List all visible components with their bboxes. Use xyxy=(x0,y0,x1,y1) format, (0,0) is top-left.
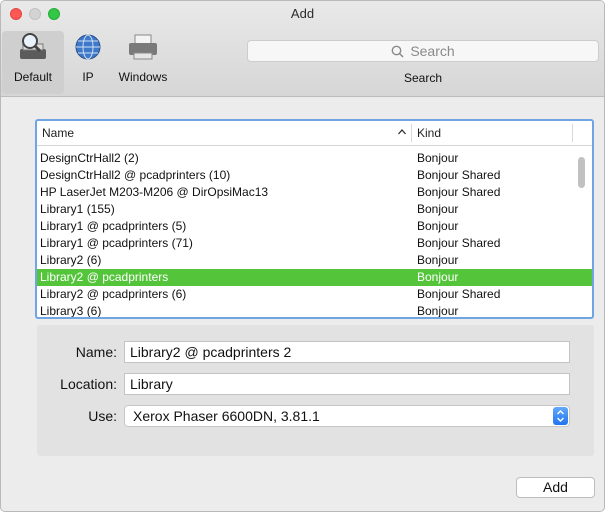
row-kind: Bonjour xyxy=(417,219,459,233)
table-row-selected[interactable]: Library2 @ pcadprinters Bonjour xyxy=(37,269,592,286)
window-title: Add xyxy=(290,6,315,21)
row-name: Library1 (155) xyxy=(40,202,115,216)
search-icon xyxy=(391,45,404,58)
chevron-up-down-icon xyxy=(553,407,568,425)
windows-printer-icon xyxy=(113,31,173,64)
add-button[interactable]: Add xyxy=(516,477,595,498)
row-name: DesignCtrHall2 @ pcadprinters (10) xyxy=(40,168,231,182)
column-divider xyxy=(572,124,573,142)
column-header-name[interactable]: Name xyxy=(42,126,74,140)
row-name: Library2 @ pcadprinters xyxy=(40,270,169,284)
globe-icon xyxy=(65,31,111,64)
row-kind: Bonjour xyxy=(417,304,459,318)
table-row[interactable]: HP LaserJet M203-M206 @ DirOpsiMac13 Bonj… xyxy=(37,184,592,201)
search-label: Search xyxy=(403,71,443,85)
row-name: HP LaserJet M203-M206 @ DirOpsiMac13 xyxy=(40,185,269,199)
column-header-kind[interactable]: Kind xyxy=(417,126,441,140)
table-row[interactable]: Library3 (6) Bonjour xyxy=(37,303,592,318)
table-row[interactable]: Library2 (6) Bonjour xyxy=(37,252,592,269)
row-kind: Bonjour Shared xyxy=(417,236,501,250)
sort-ascending-icon[interactable] xyxy=(397,125,407,142)
printer-details-form: Name: Library2 @ pcadprinters 2 Location… xyxy=(37,325,594,456)
row-name: Library2 @ pcadprinters (6) xyxy=(40,287,187,301)
row-kind: Bonjour Shared xyxy=(417,168,501,182)
search-placeholder: Search xyxy=(410,43,455,59)
toolbar: Add Default IP Windows Search Search xyxy=(1,1,604,97)
row-kind: Bonjour Shared xyxy=(417,185,501,199)
table-row[interactable]: DesignCtrHall2 @ pcadprinters (10) Bonjou… xyxy=(37,167,592,184)
search-input[interactable]: Search xyxy=(247,40,599,62)
column-divider xyxy=(411,124,412,142)
use-label: Use: xyxy=(88,408,117,424)
row-kind: Bonjour xyxy=(417,202,459,216)
table-header: Name Kind xyxy=(37,121,592,146)
location-field[interactable]: Library xyxy=(124,373,570,395)
tab-windows-label: Windows xyxy=(118,70,168,84)
tab-ip-label: IP xyxy=(82,70,94,84)
tab-default[interactable]: Default xyxy=(2,31,64,94)
row-kind: Bonjour Shared xyxy=(417,287,501,301)
use-driver-select[interactable]: Xerox Phaser 6600DN, 3.81.1 xyxy=(124,405,570,427)
tab-default-label: Default xyxy=(13,70,53,84)
table-rows: DesignCtrHall2 (2) Bonjour DesignCtrHall2… xyxy=(37,150,592,318)
row-kind: Bonjour xyxy=(417,151,459,165)
tab-ip[interactable]: IP xyxy=(65,31,111,84)
row-kind: Bonjour xyxy=(417,253,459,267)
table-row[interactable]: DesignCtrHall2 (2) Bonjour xyxy=(37,150,592,167)
table-row[interactable]: Library2 @ pcadprinters (6) Bonjour Share… xyxy=(37,286,592,303)
row-kind: Bonjour xyxy=(417,270,459,284)
row-name: Library1 @ pcadprinters (5) xyxy=(40,219,187,233)
printer-table[interactable]: Name Kind DesignCtrHall2 (2) Bonjour Desi… xyxy=(35,119,594,319)
vertical-scrollbar[interactable] xyxy=(578,157,585,188)
table-row[interactable]: Library1 @ pcadprinters (5) Bonjour xyxy=(37,218,592,235)
table-row[interactable]: Library1 @ pcadprinters (71) Bonjour Shar… xyxy=(37,235,592,252)
location-label: Location: xyxy=(60,376,117,392)
name-field[interactable]: Library2 @ pcadprinters 2 xyxy=(124,341,570,363)
default-printer-icon xyxy=(2,31,64,64)
use-driver-value: Xerox Phaser 6600DN, 3.81.1 xyxy=(133,408,320,424)
row-name: DesignCtrHall2 (2) xyxy=(40,151,139,165)
tab-windows[interactable]: Windows xyxy=(113,31,173,84)
add-printer-window: Add Default IP Windows Search Search Nam… xyxy=(0,0,605,512)
table-row[interactable]: Library1 (155) Bonjour xyxy=(37,201,592,218)
row-name: Library1 @ pcadprinters (71) xyxy=(40,236,193,250)
row-name: Library3 (6) xyxy=(40,304,102,318)
row-name: Library2 (6) xyxy=(40,253,102,267)
name-label: Name: xyxy=(75,344,117,360)
